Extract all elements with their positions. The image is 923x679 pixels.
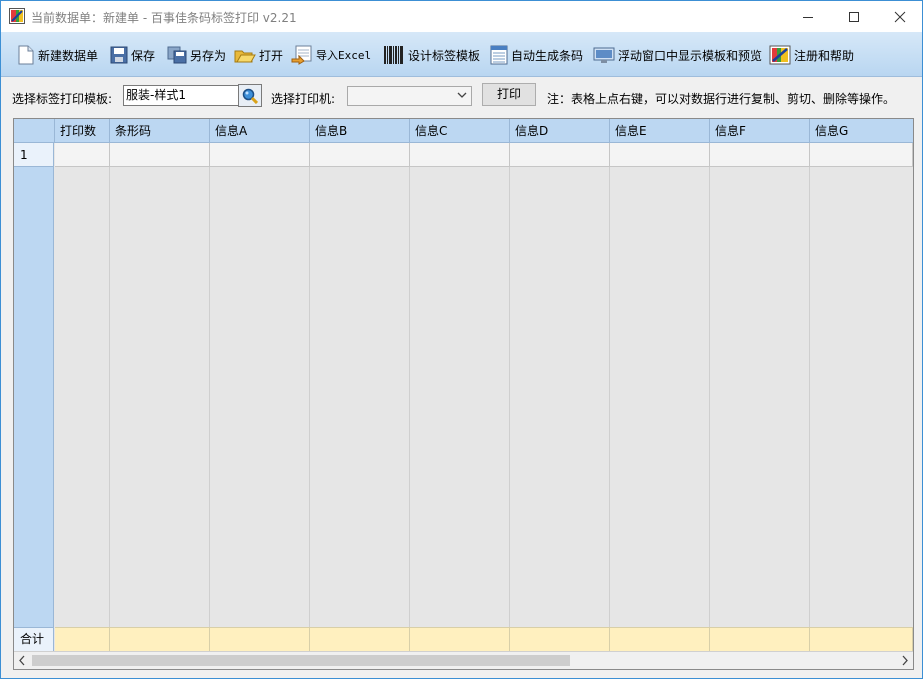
printer-select[interactable] — [347, 86, 472, 106]
save-button[interactable]: 保存 — [110, 44, 155, 66]
table-cell[interactable] — [210, 143, 310, 167]
grid-line — [809, 167, 810, 627]
column-header[interactable]: 条形码 — [110, 119, 210, 143]
column-header[interactable]: 信息F — [710, 119, 810, 143]
register-help-label: 注册和帮助 — [794, 48, 855, 63]
grid-line — [309, 167, 310, 627]
row-header-column — [14, 143, 54, 628]
new-document-icon — [18, 45, 34, 65]
scroll-right-icon — [902, 655, 908, 666]
minimize-button[interactable] — [785, 1, 831, 32]
open-label: 打开 — [259, 48, 284, 63]
save-as-button[interactable]: 另存为 — [167, 44, 226, 66]
list-sheet-icon — [490, 45, 508, 65]
close-button[interactable] — [877, 1, 922, 32]
save-as-icon — [167, 46, 187, 64]
app-logo-icon — [9, 8, 25, 24]
auto-barcode-button[interactable]: 自动生成条码 — [490, 44, 583, 66]
grid-line — [209, 167, 210, 627]
maximize-button[interactable] — [831, 1, 877, 32]
corner-header[interactable] — [14, 119, 55, 143]
app-window: 当前数据单：新建单 - 百事佳条码标签打印 v2.21 新建数据单 保存 另存为… — [0, 0, 923, 679]
open-folder-icon — [234, 50, 256, 63]
main-toolbar: 新建数据单 保存 另存为 打开 导入Excel 设计标签模板 自动生成条码 浮动… — [1, 32, 922, 77]
row-header[interactable]: 1 — [14, 143, 54, 167]
total-cell — [710, 627, 810, 651]
template-label: 选择标签打印模板: — [12, 92, 113, 106]
table-cell[interactable] — [610, 143, 710, 167]
grid-line — [409, 167, 410, 627]
scrollbar-thumb[interactable] — [32, 655, 570, 666]
total-cell — [810, 627, 913, 651]
total-cell — [310, 627, 410, 651]
horizontal-scrollbar[interactable] — [14, 651, 913, 669]
import-excel-label: 导入Excel — [316, 49, 372, 62]
maximize-icon — [849, 11, 859, 22]
column-header[interactable]: 信息D — [510, 119, 610, 143]
printer-label: 选择打印机: — [271, 92, 336, 106]
template-input[interactable]: 服装-样式1 — [123, 85, 241, 106]
grid-line — [609, 167, 610, 627]
title-bar: 当前数据单：新建单 - 百事佳条码标签打印 v2.21 — [1, 1, 922, 32]
total-cell — [610, 627, 710, 651]
float-preview-button[interactable]: 浮动窗口中显示模板和预览 — [593, 44, 762, 66]
magnifier-icon — [242, 88, 258, 104]
table-cell[interactable] — [510, 143, 610, 167]
floppy-disk-icon — [110, 46, 128, 64]
float-preview-label: 浮动窗口中显示模板和预览 — [618, 48, 763, 63]
total-row-header: 合计 — [14, 627, 54, 651]
register-help-button[interactable]: 注册和帮助 — [769, 44, 854, 66]
column-header[interactable]: 信息G — [810, 119, 913, 143]
chevron-down-icon — [457, 92, 467, 98]
column-header[interactable]: 信息A — [210, 119, 310, 143]
table-cell[interactable] — [710, 143, 810, 167]
table-cell[interactable] — [410, 143, 510, 167]
table-cell[interactable] — [310, 143, 410, 167]
total-cell — [410, 627, 510, 651]
grid-line — [709, 167, 710, 627]
table-cell[interactable] — [810, 143, 913, 167]
minimize-icon — [803, 16, 813, 18]
grid-line — [109, 167, 110, 627]
context-menu-note: 注：表格上点右键，可以对数据行进行复制、剪切、删除等操作。 — [547, 92, 896, 106]
total-cell — [510, 627, 610, 651]
open-button[interactable]: 打开 — [234, 44, 283, 66]
column-header[interactable]: 信息C — [410, 119, 510, 143]
print-button[interactable]: 打印 — [482, 83, 536, 106]
total-cell — [55, 627, 110, 651]
monitor-preview-icon — [593, 47, 615, 63]
template-search-button[interactable] — [238, 84, 262, 107]
grid-line — [509, 167, 510, 627]
column-header[interactable]: 打印数 — [55, 119, 110, 143]
table-cell[interactable] — [55, 143, 110, 167]
barcode-icon — [384, 46, 403, 64]
save-label: 保存 — [131, 48, 156, 63]
new-datasheet-button[interactable]: 新建数据单 — [17, 44, 98, 66]
close-icon — [894, 11, 906, 22]
data-grid[interactable]: 打印数 条形码 信息A 信息B 信息C 信息D 信息E 信息F 信息G 1 合计 — [13, 118, 914, 670]
auto-barcode-label: 自动生成条码 — [511, 48, 584, 63]
window-title: 当前数据单：新建单 - 百事佳条码标签打印 v2.21 — [31, 11, 297, 25]
design-template-button[interactable]: 设计标签模板 — [383, 44, 480, 66]
table-cell[interactable] — [110, 143, 210, 167]
import-excel-button[interactable]: 导入Excel — [291, 44, 371, 66]
register-help-icon — [769, 45, 791, 65]
total-cell — [210, 627, 310, 651]
import-excel-icon — [291, 45, 312, 65]
column-header[interactable]: 信息E — [610, 119, 710, 143]
new-datasheet-label: 新建数据单 — [38, 48, 99, 63]
column-header[interactable]: 信息B — [310, 119, 410, 143]
scroll-left-icon — [19, 655, 25, 666]
total-cell — [110, 627, 210, 651]
design-template-label: 设计标签模板 — [408, 48, 481, 63]
save-as-label: 另存为 — [190, 48, 227, 63]
